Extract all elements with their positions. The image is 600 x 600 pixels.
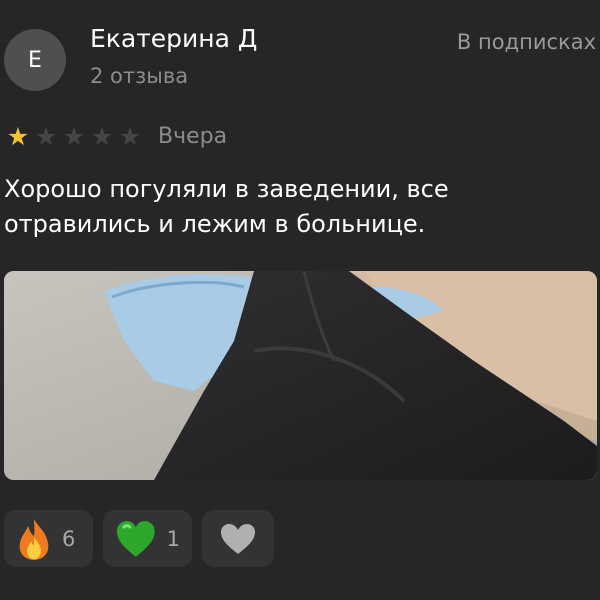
review-photo[interactable] bbox=[4, 271, 597, 480]
fire-reaction-button[interactable]: 6 bbox=[4, 510, 93, 567]
author-review-count: 2 отзыва bbox=[90, 64, 189, 88]
green-heart-reaction-button[interactable]: 1 bbox=[103, 510, 192, 567]
review-card: Е Екатерина Д 2 отзыва В подписках ★ ★ ★… bbox=[0, 0, 600, 600]
like-button[interactable] bbox=[202, 510, 274, 567]
avatar[interactable]: Е bbox=[4, 29, 66, 91]
star-empty-icon: ★ bbox=[90, 121, 114, 151]
review-date: Вчера bbox=[158, 123, 228, 149]
subscription-status-button[interactable]: В подписках bbox=[457, 30, 596, 54]
heart-icon bbox=[221, 523, 255, 554]
avatar-initial: Е bbox=[28, 47, 42, 73]
star-empty-icon: ★ bbox=[34, 121, 58, 151]
review-photo-image bbox=[4, 271, 597, 480]
star-empty-icon: ★ bbox=[62, 121, 86, 151]
star-rating: ★ ★ ★ ★ ★ Вчера bbox=[4, 120, 227, 152]
fire-icon bbox=[19, 518, 49, 560]
author-name[interactable]: Екатерина Д bbox=[90, 24, 257, 53]
green-heart-icon bbox=[116, 520, 155, 557]
green-heart-reaction-count: 1 bbox=[166, 526, 180, 551]
reactions-bar: 6 1 bbox=[4, 510, 274, 567]
star-filled-icon: ★ bbox=[6, 121, 30, 151]
star-empty-icon: ★ bbox=[118, 121, 142, 151]
fire-reaction-count: 6 bbox=[62, 526, 76, 551]
review-text: Хорошо погуляли в заведении, все отравил… bbox=[4, 175, 449, 238]
